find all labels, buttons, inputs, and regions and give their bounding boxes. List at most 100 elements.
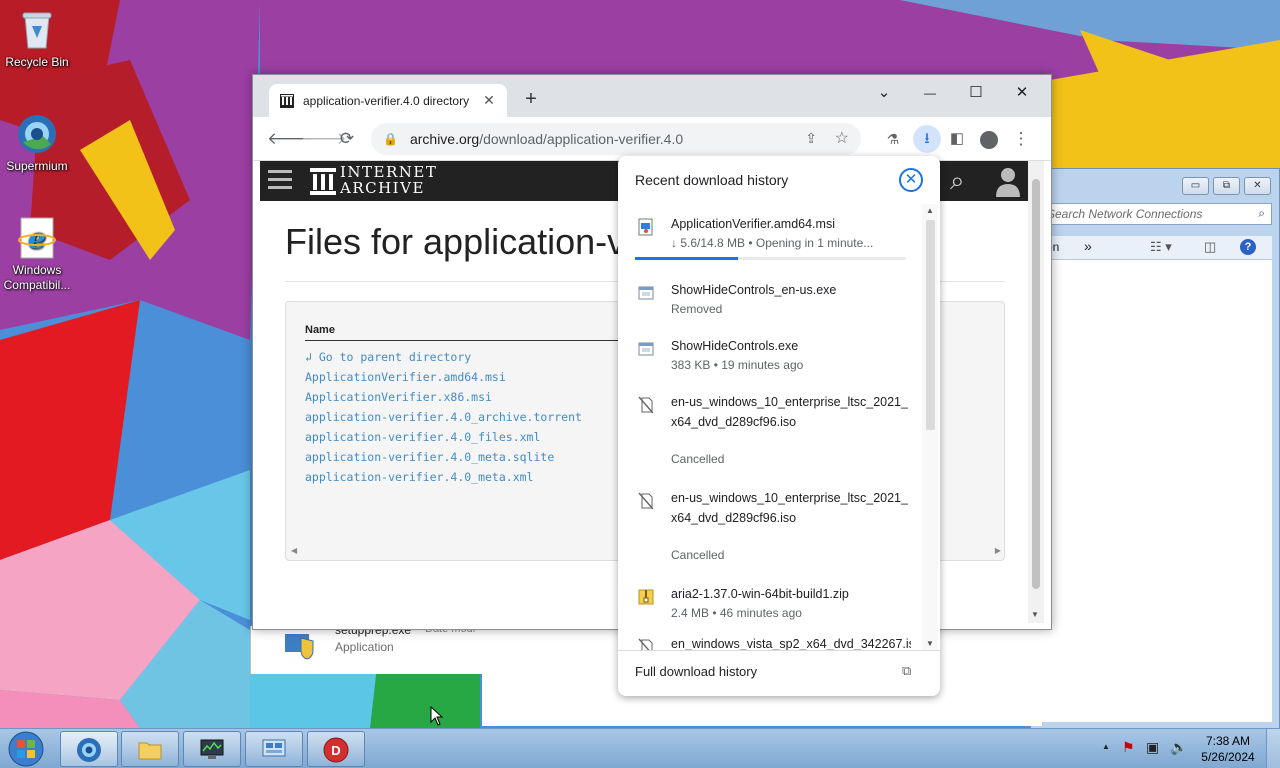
forward-button[interactable]: 🡒 xyxy=(301,125,347,153)
download-panel-title: Recent download history xyxy=(635,172,789,188)
explorer-close-button[interactable]: ✕ xyxy=(1244,177,1271,195)
hamburger-menu-icon[interactable] xyxy=(268,170,292,190)
tab-close-icon[interactable]: ✕ xyxy=(481,92,497,109)
more-commands-icon[interactable]: » xyxy=(1084,238,1092,254)
file-link[interactable]: ↲ Go to parent directory xyxy=(305,347,582,367)
ia-logo-icon[interactable] xyxy=(310,166,336,196)
download-status: ↓ 5.6/14.8 MB • Opening in 1 minute... xyxy=(671,236,874,250)
file-link[interactable]: application-verifier.4.0_files.xml xyxy=(305,427,582,447)
scroll-down-icon[interactable]: ▼ xyxy=(1031,610,1039,619)
recycle-bin-icon xyxy=(15,8,59,52)
desktop-icon-windows-compat[interactable]: e Windows Compatibil... xyxy=(0,216,74,293)
name-column-header[interactable]: Name xyxy=(305,324,335,336)
download-filename: ShowHideControls.exe xyxy=(671,339,799,353)
download-item[interactable]: en-us_windows_10_enterprise_ltsc_2021_x6… xyxy=(618,488,922,574)
network-search-input[interactable]: Search Network Connections ⌕ xyxy=(1040,203,1272,225)
download-item[interactable]: en_windows_vista_sp2_x64_dvd_342267.iso xyxy=(618,634,922,650)
download-filename: en_windows_vista_sp2_x64_dvd_342267.iso xyxy=(671,637,911,650)
browser-tab[interactable]: application-verifier.4.0 directory ✕ xyxy=(269,84,507,117)
desktop-icon-label: Supermium xyxy=(6,159,68,173)
network-toolbar: on » ☷ ▾ ◫ ? xyxy=(1040,236,1272,260)
cancelled-file-icon xyxy=(638,638,654,650)
volume-icon[interactable]: 🔈 xyxy=(1170,739,1187,756)
action-center-icon[interactable]: ⚑ xyxy=(1122,739,1135,756)
file-link[interactable]: application-verifier.4.0_archive.torrent xyxy=(305,407,582,427)
profile-avatar-icon[interactable] xyxy=(975,125,1003,153)
show-hidden-icons-button[interactable]: ▲ xyxy=(1102,742,1110,751)
cancelled-file-icon xyxy=(638,492,654,510)
reload-button[interactable]: ⟳ xyxy=(333,125,361,153)
address-bar[interactable]: 🔒 archive.org/download/application-verif… xyxy=(371,123,861,155)
download-scroll-thumb[interactable] xyxy=(926,220,935,430)
download-item[interactable]: aria2-1.37.0-win-64bit-build1.zip 2.4 MB… xyxy=(618,584,922,630)
explorer-file-item[interactable]: setupprep.exe Date modi Application xyxy=(250,623,482,674)
minimize-button[interactable]: — xyxy=(907,79,953,107)
full-history-label: Full download history xyxy=(635,664,758,679)
download-status: Cancelled xyxy=(671,548,725,562)
show-desktop-button[interactable] xyxy=(1266,729,1280,768)
file-link[interactable]: ApplicationVerifier.amd64.msi xyxy=(305,367,582,387)
explorer-minimize-button[interactable]: ▭ xyxy=(1182,177,1209,195)
desktop-icon-recycle-bin[interactable]: Recycle Bin xyxy=(0,8,74,70)
lock-icon[interactable]: 🔒 xyxy=(383,132,398,146)
open-external-icon: ⧉ xyxy=(902,663,912,678)
exe-file-icon xyxy=(638,284,654,302)
search-icon[interactable]: ⌕ xyxy=(950,165,965,197)
bookmark-star-icon[interactable]: ☆ xyxy=(835,128,849,148)
taskbar-file-explorer[interactable] xyxy=(121,731,179,767)
shield-app-icon xyxy=(283,630,317,660)
share-icon[interactable]: ⇪ xyxy=(805,130,817,147)
file-link[interactable]: application-verifier.4.0_meta.sqlite xyxy=(305,447,582,467)
network-icon[interactable]: ▣ xyxy=(1146,739,1159,756)
start-button[interactable] xyxy=(6,730,46,768)
file-link[interactable]: ApplicationVerifier.x86.msi xyxy=(305,387,582,407)
menu-kebab-icon[interactable]: ⋮ xyxy=(1007,125,1035,153)
explorer-restore-button[interactable]: ⧉ xyxy=(1213,177,1240,195)
tab-search-button[interactable]: ⌄ xyxy=(861,79,907,107)
desktop-icon-supermium[interactable]: Supermium xyxy=(0,112,74,174)
labs-flask-icon[interactable]: ⚗ xyxy=(879,125,907,153)
view-options-icon[interactable]: ☷ ▾ xyxy=(1150,239,1172,255)
mouse-cursor-icon xyxy=(430,705,444,726)
download-item[interactable]: en-us_windows_10_enterprise_ltsc_2021_x6… xyxy=(618,392,922,478)
supermium-icon xyxy=(76,737,102,763)
control-panel-icon xyxy=(261,737,287,763)
download-item[interactable]: ShowHideControls.exe 383 KB • 19 minutes… xyxy=(618,336,922,382)
preview-pane-icon[interactable]: ◫ xyxy=(1204,239,1216,255)
taskbar-app-red[interactable]: D xyxy=(307,731,365,767)
new-tab-button[interactable]: + xyxy=(519,87,543,111)
download-item[interactable]: ShowHideControls_en-us.exe Removed xyxy=(618,280,922,326)
header-underline xyxy=(305,340,625,341)
close-panel-button[interactable]: ✕ xyxy=(899,168,923,192)
scroll-right-icon[interactable]: ▶ xyxy=(995,546,1001,555)
scroll-down-icon[interactable]: ▼ xyxy=(926,639,934,648)
zip-file-icon xyxy=(638,588,654,606)
clock[interactable]: 7:38 AM 5/26/2024 xyxy=(1196,733,1260,765)
downloads-button[interactable]: ⭳ xyxy=(913,125,941,153)
help-icon[interactable]: ? xyxy=(1240,239,1256,255)
ia-logo-text[interactable]: INTERNET ARCHIVE xyxy=(340,164,437,196)
page-scrollbar[interactable]: ▼ xyxy=(1028,161,1044,623)
account-icon[interactable] xyxy=(994,165,1022,197)
scroll-left-icon[interactable]: ◀ xyxy=(291,546,297,555)
full-download-history-link[interactable]: Full download history ⧉ xyxy=(618,650,940,696)
taskbar-control-panel[interactable] xyxy=(245,731,303,767)
download-item[interactable]: ApplicationVerifier.amd64.msi ↓ 5.6/14.8… xyxy=(618,214,922,274)
maximize-button[interactable]: ☐ xyxy=(953,79,999,107)
taskbar: D ▲ ⚑ ▣ 🔈 7:38 AM 5/26/2024 xyxy=(0,728,1280,768)
url-text: archive.org/download/application-verifie… xyxy=(409,131,684,147)
back-button[interactable]: 🡐 xyxy=(267,125,313,153)
page-scroll-thumb[interactable] xyxy=(1032,179,1040,589)
file-list: ↲ Go to parent directory ApplicationVeri… xyxy=(305,347,582,487)
file-link[interactable]: application-verifier.4.0_meta.xml xyxy=(305,467,582,487)
folder-icon xyxy=(137,737,163,763)
side-panel-icon[interactable]: ◧ xyxy=(943,125,971,153)
search-icon: ⌕ xyxy=(1258,206,1265,220)
download-list-scrollbar[interactable]: ▲ ▼ xyxy=(922,204,938,650)
download-history-panel: Recent download history ✕ ApplicationVer… xyxy=(618,156,940,696)
close-window-button[interactable]: ✕ xyxy=(999,79,1045,107)
scroll-up-icon[interactable]: ▲ xyxy=(926,206,934,215)
download-status: Removed xyxy=(671,302,723,316)
taskbar-supermium[interactable] xyxy=(60,731,118,767)
taskbar-task-manager[interactable] xyxy=(183,731,241,767)
